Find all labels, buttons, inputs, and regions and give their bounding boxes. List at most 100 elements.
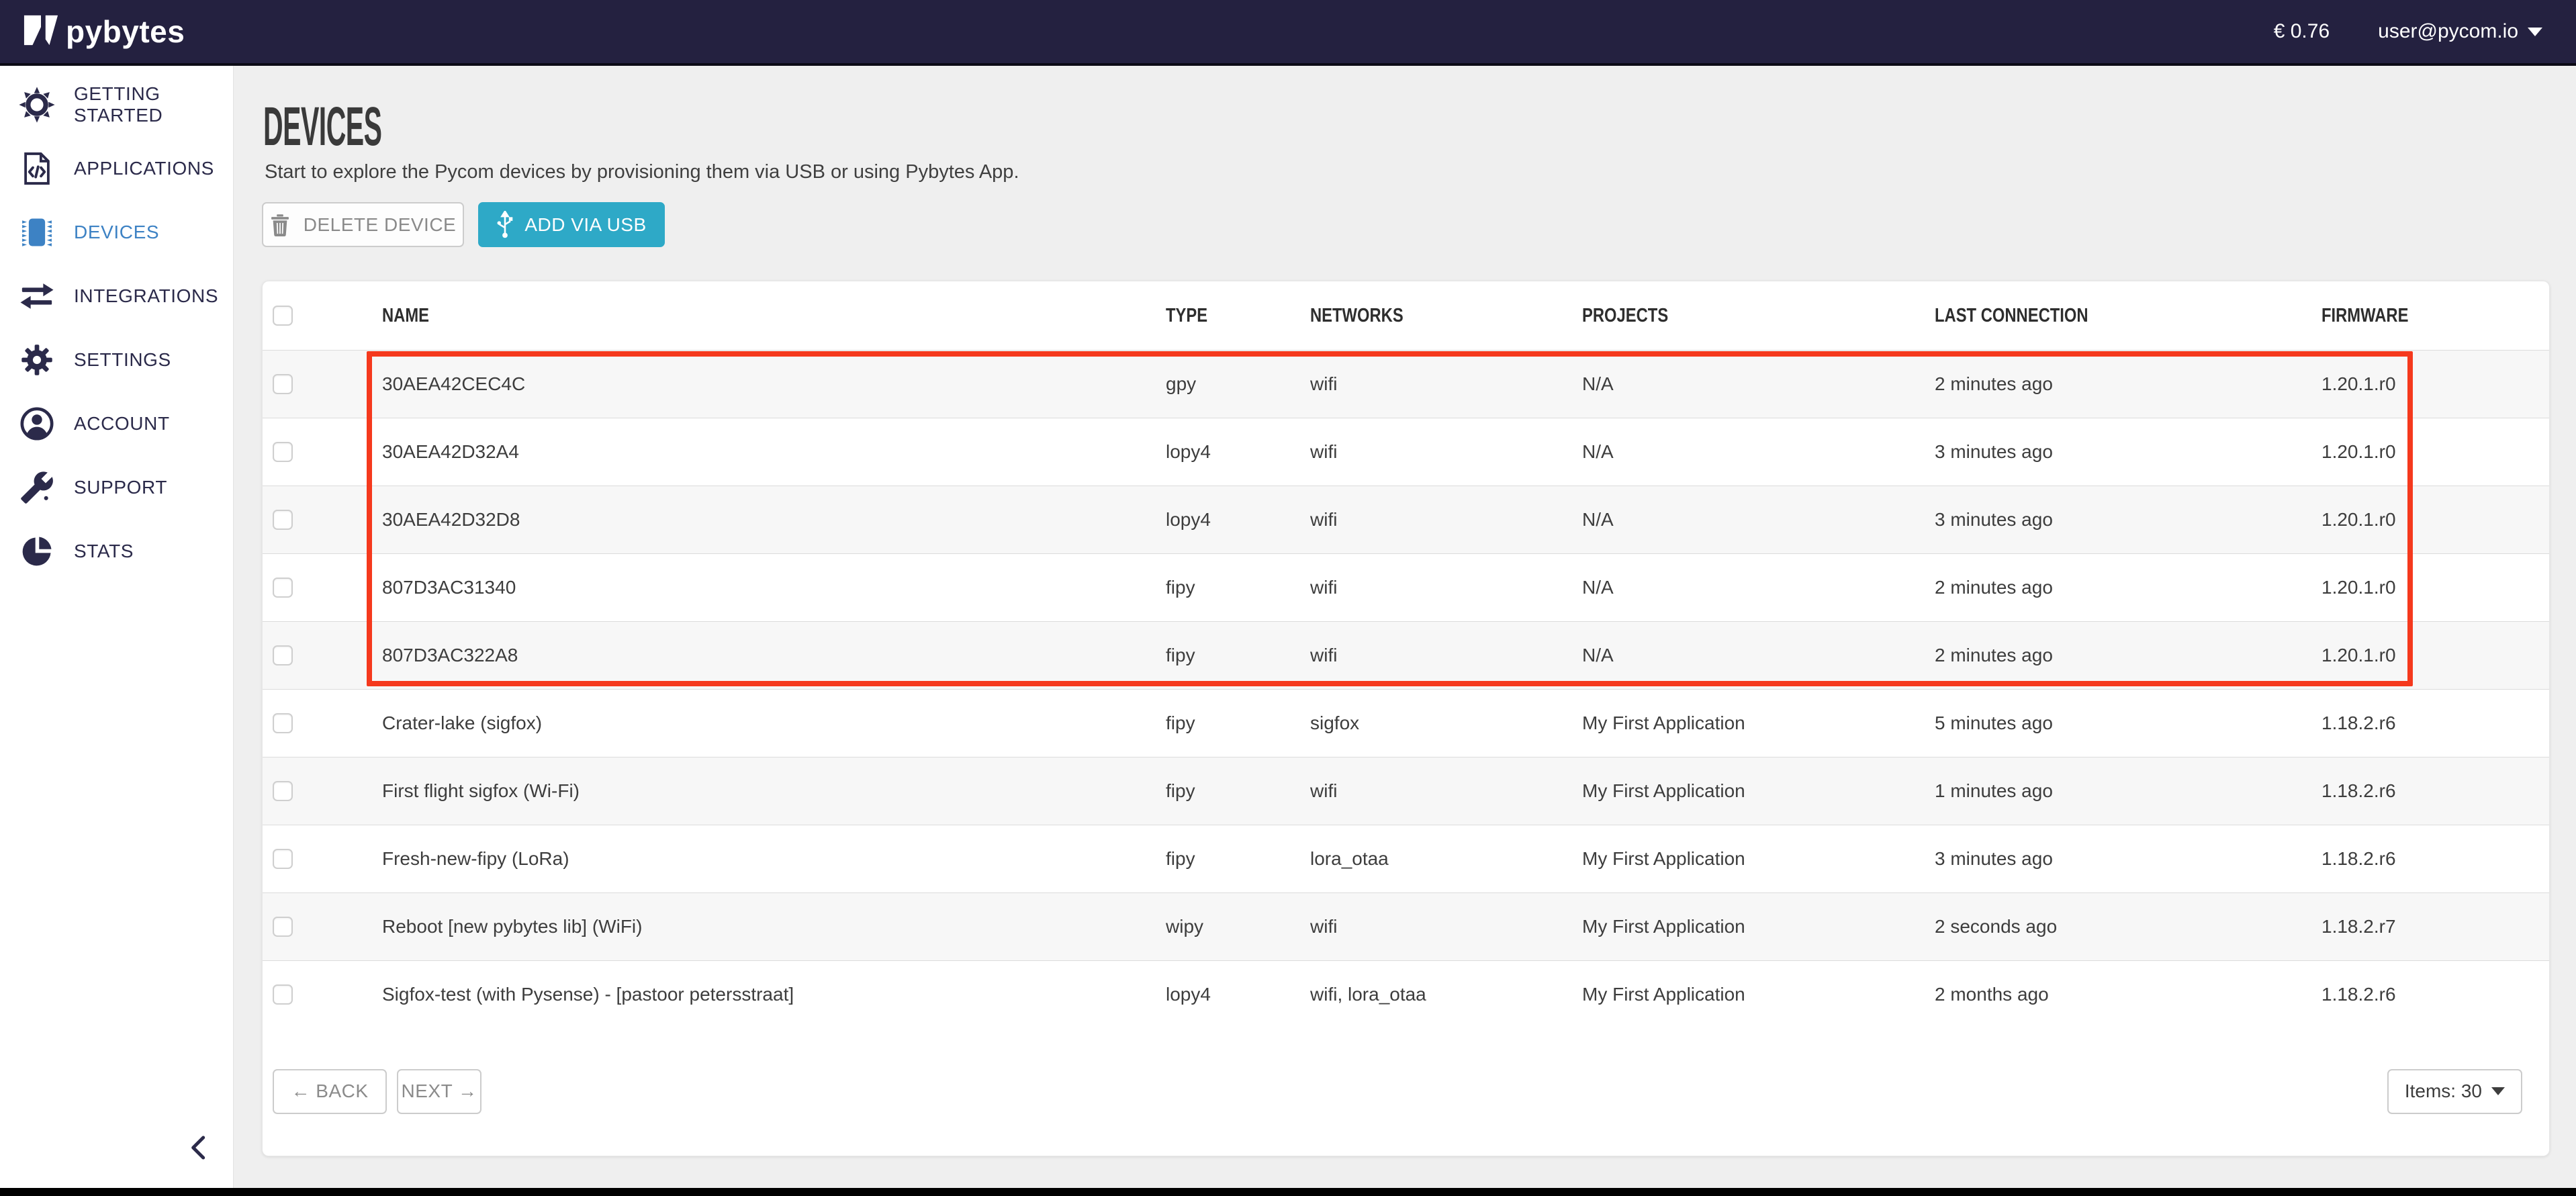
device-last-connection: 2 months ago [1935,984,2317,1005]
toolbar: DELETE DEVICE ADD VIA USB [262,202,665,247]
add-via-usb-button[interactable]: ADD VIA USB [478,202,665,247]
delete-device-button[interactable]: DELETE DEVICE [262,202,464,247]
table-row[interactable]: 807D3AC31340 fipy wifi N/A 2 minutes ago… [263,553,2549,621]
back-button[interactable]: ← BACK [273,1069,387,1114]
gear-icon [17,340,56,379]
device-name: Reboot [new pybytes lib] (WiFi) [363,916,1166,937]
sidebar-item-getting-started[interactable]: GETTING STARTED [0,73,233,136]
main-content: DEVICES Start to explore the Pycom devic… [234,66,2576,1188]
device-type: fipy [1166,577,1310,598]
device-type: wipy [1166,916,1310,937]
delete-device-label: DELETE DEVICE [304,214,456,236]
row-checkbox[interactable] [273,374,293,394]
page-subtitle: Start to explore the Pycom devices by pr… [265,161,1019,183]
device-last-connection: 2 seconds ago [1935,916,2317,937]
sidebar-item-stats[interactable]: STATS [0,519,233,583]
table-row[interactable]: Crater-lake (sigfox) fipy sigfox My Firs… [263,689,2549,757]
table-row[interactable]: 30AEA42CEC4C gpy wifi N/A 2 minutes ago … [263,350,2549,418]
device-type: fipy [1166,645,1310,666]
sidebar-item-settings[interactable]: SETTINGS [0,328,233,392]
sidebar-item-label: INTEGRATIONS [74,285,218,307]
table-row[interactable]: 807D3AC322A8 fipy wifi N/A 2 minutes ago… [263,621,2549,689]
row-checkbox[interactable] [273,713,293,733]
next-button[interactable]: NEXT → [397,1069,481,1114]
device-firmware: 1.20.1.r0 [2317,509,2549,531]
row-checkbox[interactable] [273,781,293,801]
devices-table-card: NAME TYPE NETWORKS PROJECTS LAST CONNECT… [262,281,2550,1156]
device-networks: wifi [1310,373,1582,395]
top-bar: pybytes € 0.76 user@pycom.io [0,0,2576,66]
usb-icon [496,211,514,239]
table-row[interactable]: 30AEA42D32D8 lopy4 wifi N/A 3 minutes ag… [263,486,2549,553]
table-row[interactable]: 30AEA42D32A4 lopy4 wifi N/A 3 minutes ag… [263,418,2549,486]
sidebar-item-devices[interactable]: DEVICES [0,200,233,264]
items-per-page-dropdown[interactable]: Items: 30 [2387,1069,2522,1114]
device-projects: N/A [1582,645,1935,666]
device-projects: N/A [1582,441,1935,463]
device-firmware: 1.20.1.r0 [2317,645,2549,666]
device-last-connection: 5 minutes ago [1935,712,2317,734]
device-projects: My First Application [1582,916,1935,937]
page-title: DEVICES [263,95,500,158]
device-networks: wifi [1310,509,1582,531]
chip-icon [17,213,56,252]
user-menu[interactable]: user@pycom.io [2378,20,2542,43]
device-firmware: 1.20.1.r0 [2317,373,2549,395]
row-checkbox[interactable] [273,917,293,937]
device-projects: N/A [1582,509,1935,531]
device-projects: My First Application [1582,848,1935,870]
device-projects: My First Application [1582,712,1935,734]
column-header-last-connection: LAST CONNECTION [1935,305,2317,327]
device-type: lopy4 [1166,509,1310,531]
device-last-connection: 2 minutes ago [1935,577,2317,598]
sidebar-item-applications[interactable]: APPLICATIONS [0,136,233,200]
user-icon [17,404,56,443]
column-header-firmware: FIRMWARE [2317,305,2549,327]
select-all-checkbox[interactable] [273,306,293,326]
sidebar-item-support[interactable]: SUPPORT [0,455,233,519]
device-networks: wifi, lora_otaa [1310,984,1582,1005]
sidebar-item-integrations[interactable]: INTEGRATIONS [0,264,233,328]
table-row[interactable]: Reboot [new pybytes lib] (WiFi) wipy wif… [263,892,2549,960]
row-checkbox[interactable] [273,849,293,869]
device-name: Sigfox-test (with Pysense) - [pastoor pe… [363,984,1166,1005]
device-networks: lora_otaa [1310,848,1582,870]
pybytes-app: pybytes € 0.76 user@pycom.io [0,0,2576,1196]
device-type: lopy4 [1166,984,1310,1005]
device-firmware: 1.18.2.r6 [2317,848,2549,870]
device-name: 30AEA42CEC4C [363,373,1166,395]
device-name: 807D3AC31340 [363,577,1166,598]
device-firmware: 1.20.1.r0 [2317,441,2549,463]
column-header-type: TYPE [1166,305,1310,327]
sidebar-item-account[interactable]: ACCOUNT [0,392,233,455]
row-checkbox[interactable] [273,510,293,530]
trash-icon [270,214,290,236]
row-checkbox[interactable] [273,645,293,665]
device-firmware: 1.18.2.r7 [2317,916,2549,937]
device-last-connection: 1 minutes ago [1935,780,2317,802]
brand-logo[interactable]: pybytes [23,13,185,51]
device-networks: wifi [1310,916,1582,937]
row-checkbox[interactable] [273,578,293,598]
sidebar-collapse-button[interactable] [183,1132,215,1164]
device-networks: wifi [1310,780,1582,802]
table-row[interactable]: Fresh-new-fipy (LoRa) fipy lora_otaa My … [263,825,2549,892]
row-checkbox[interactable] [273,442,293,462]
device-projects: My First Application [1582,984,1935,1005]
row-checkbox[interactable] [273,984,293,1005]
caret-down-icon [2491,1087,2505,1095]
device-firmware: 1.18.2.r6 [2317,712,2549,734]
device-projects: N/A [1582,577,1935,598]
chevron-left-icon [187,1134,210,1161]
pagination: ← BACK NEXT → Items: 30 [263,1027,2549,1156]
brand-name: pybytes [66,13,185,50]
device-firmware: 1.18.2.r6 [2317,780,2549,802]
device-name: Crater-lake (sigfox) [363,712,1166,734]
table-row[interactable]: Sigfox-test (with Pysense) - [pastoor pe… [263,960,2549,1028]
table-row[interactable]: First flight sigfox (Wi-Fi) fipy wifi My… [263,757,2549,825]
column-header-networks: NETWORKS [1310,305,1582,327]
device-last-connection: 3 minutes ago [1935,509,2317,531]
sun-icon [17,85,56,124]
pie-chart-icon [17,532,56,571]
sidebar-item-label: DEVICES [74,222,159,243]
